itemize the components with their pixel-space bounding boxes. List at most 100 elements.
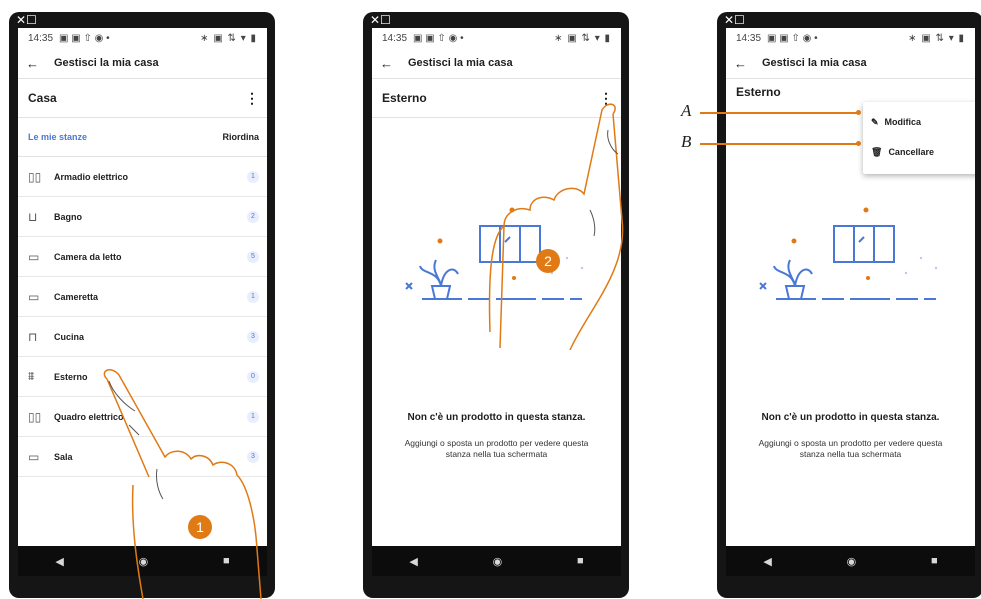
app-title: Gestisci la mia casa xyxy=(762,57,867,69)
nav-back-icon[interactable]: ◀ xyxy=(409,555,417,568)
trash-icon: 🗑 xyxy=(871,146,883,157)
room-label: Esterno xyxy=(54,371,88,382)
home-header: Casa ⋮ xyxy=(18,79,267,118)
app-bar: ← Gestisci la mia casa xyxy=(18,48,267,79)
room-header: Esterno ⋮ xyxy=(372,79,621,118)
empty-state-description: Aggiungi o sposta un prodotto per vedere… xyxy=(404,438,589,459)
room-count-badge: 3 xyxy=(247,450,259,463)
empty-state-title: Non c'è un prodotto in questa stanza. xyxy=(761,412,940,423)
window-controls[interactable]: ✕☐ xyxy=(717,12,981,28)
status-time: 14:35 xyxy=(736,32,762,44)
status-icons-left: ▣ ▣ ⇧ ◉ • xyxy=(59,32,110,44)
room-item-armadio[interactable]: ▯▯ Armadio elettrico 1 xyxy=(18,157,267,197)
cabinet-icon: ▯▯ xyxy=(28,169,42,184)
menu-item-delete[interactable]: 🗑 Cancellare xyxy=(863,137,975,167)
more-options-icon[interactable]: ⋮ xyxy=(245,90,259,107)
back-arrow-icon[interactable]: ← xyxy=(380,56,408,71)
reorder-button[interactable]: Riordina xyxy=(222,132,259,142)
status-time: 14:35 xyxy=(382,32,408,44)
window-controls[interactable]: ✕☐ xyxy=(363,12,629,28)
room-label: Quadro elettrico xyxy=(54,411,124,422)
status-icons-right: ∗ ▣ ⇅ ▾ ▮ xyxy=(200,32,257,44)
empty-room-illustration xyxy=(405,207,584,300)
android-nav-bar: ◀ ◉ ■ xyxy=(18,546,267,576)
room-count-badge: 1 xyxy=(247,410,259,423)
app-screen: 14:35 ▣ ▣ ⇧ ◉ • ∗ ▣ ⇅ ▾ ▮ ← Gestisci la m… xyxy=(726,28,975,546)
room-count-badge: 1 xyxy=(247,170,259,183)
room-item-esterno[interactable]: ⩩ Esterno 0 xyxy=(18,357,267,397)
callout-line-b xyxy=(700,143,858,145)
callout-label-b: B xyxy=(681,132,692,151)
phone-screen-room-empty: ✕☐ 14:35 ▣ ▣ ⇧ ◉ • ∗ ▣ ⇅ ▾ ▮ ← Gestisci l… xyxy=(363,12,629,598)
callout-dot-a xyxy=(856,110,861,115)
room-label: Cameretta xyxy=(54,291,99,302)
room-label: Sala xyxy=(54,451,73,462)
room-count-badge: 3 xyxy=(247,330,259,343)
room-label: Camera da letto xyxy=(54,251,122,262)
room-item-cameretta[interactable]: ▭ Cameretta 1 xyxy=(18,277,267,317)
android-nav-bar: ◀ ◉ ■ xyxy=(372,546,621,576)
nav-home-icon[interactable]: ◉ xyxy=(139,555,149,568)
room-count-badge: 5 xyxy=(247,250,259,263)
sofa-icon: ▭ xyxy=(28,449,40,464)
app-title: Gestisci la mia casa xyxy=(408,57,513,69)
nav-back-icon[interactable]: ◀ xyxy=(763,555,771,568)
room-title: Esterno xyxy=(382,91,427,105)
app-title: Gestisci la mia casa xyxy=(54,57,159,69)
app-screen: 14:35 ▣ ▣ ⇧ ◉ • ∗ ▣ ⇅ ▾ ▮ ← Gestisci la m… xyxy=(18,28,267,546)
menu-item-label: Cancellare xyxy=(888,147,934,157)
room-item-quadro-elettrico[interactable]: ▯▯ Quadro elettrico 1 xyxy=(18,397,267,437)
phone-screen-rooms: ✕☐ 14:35 ▣ ▣ ⇧ ◉ • ∗ ▣ ⇅ ▾ ▮ ← Gestisci l… xyxy=(9,12,275,598)
status-time: 14:35 xyxy=(28,32,54,44)
nav-home-icon[interactable]: ◉ xyxy=(493,555,503,568)
back-arrow-icon[interactable]: ← xyxy=(734,56,762,71)
cabinet-icon: ▯▯ xyxy=(28,409,42,424)
pencil-icon: ✎ xyxy=(871,116,879,127)
bed-icon: ▭ xyxy=(28,289,40,304)
rooms-list: ▯▯ Armadio elettrico 1 ⊔ Bagno 2 ▭ Camera da … xyxy=(18,157,267,477)
menu-item-edit[interactable]: ✎ Modifica xyxy=(863,107,975,137)
pot-icon: ⊓ xyxy=(28,329,38,344)
status-icons-right: ∗ ▣ ⇅ ▾ ▮ xyxy=(908,32,965,44)
nav-recents-icon[interactable]: ■ xyxy=(931,555,938,567)
menu-item-label: Modifica xyxy=(884,117,922,127)
nav-recents-icon[interactable]: ■ xyxy=(577,555,584,567)
phone-screen-room-menu: ✕☐ 14:35 ▣ ▣ ⇧ ◉ • ∗ ▣ ⇅ ▾ ▮ ← Gestisci l… xyxy=(717,12,981,598)
android-nav-bar: ◀ ◉ ■ xyxy=(726,546,975,576)
callout-label-a: A xyxy=(681,101,692,120)
callout-dot-b xyxy=(856,141,861,146)
app-bar: ← Gestisci la mia casa xyxy=(726,48,975,79)
fence-icon: ⩩ xyxy=(28,369,35,383)
nav-back-icon[interactable]: ◀ xyxy=(55,555,63,568)
app-screen: 14:35 ▣ ▣ ⇧ ◉ • ∗ ▣ ⇅ ▾ ▮ ← Gestisci la m… xyxy=(372,28,621,546)
rooms-section-header: Le mie stanze Riordina xyxy=(18,118,267,157)
room-item-cucina[interactable]: ⊓ Cucina 3 xyxy=(18,317,267,357)
more-options-icon[interactable]: ⋮ xyxy=(599,90,613,107)
status-bar: 14:35 ▣ ▣ ⇧ ◉ • ∗ ▣ ⇅ ▾ ▮ xyxy=(726,28,975,48)
room-count-badge: 1 xyxy=(247,290,259,303)
step-marker-2: 2 xyxy=(536,249,560,273)
empty-room-illustration xyxy=(759,207,938,300)
room-label: Cucina xyxy=(54,331,85,342)
room-label: Bagno xyxy=(54,211,82,222)
rooms-section-title: Le mie stanze xyxy=(28,132,88,142)
room-count-badge: 0 xyxy=(247,370,259,383)
home-title: Casa xyxy=(28,91,57,105)
nav-recents-icon[interactable]: ■ xyxy=(223,555,230,567)
step-marker-1: 1 xyxy=(188,515,212,539)
status-icons-left: ▣ ▣ ⇧ ◉ • xyxy=(413,32,464,44)
room-item-sala[interactable]: ▭ Sala 3 xyxy=(18,437,267,477)
status-icons-right: ∗ ▣ ⇅ ▾ ▮ xyxy=(554,32,611,44)
room-item-camera-da-letto[interactable]: ▭ Camera da letto 5 xyxy=(18,237,267,277)
window-controls[interactable]: ✕☐ xyxy=(9,12,275,28)
room-item-bagno[interactable]: ⊔ Bagno 2 xyxy=(18,197,267,237)
status-icons-left: ▣ ▣ ⇧ ◉ • xyxy=(767,32,818,44)
nav-home-icon[interactable]: ◉ xyxy=(847,555,857,568)
back-arrow-icon[interactable]: ← xyxy=(26,56,54,71)
bathtub-icon: ⊔ xyxy=(28,209,38,224)
app-bar: ← Gestisci la mia casa xyxy=(372,48,621,79)
room-count-badge: 2 xyxy=(247,210,259,223)
room-options-menu: ✎ Modifica 🗑 Cancellare xyxy=(863,102,975,174)
empty-state-description: Aggiungi o sposta un prodotto per vedere… xyxy=(758,438,943,459)
empty-state-title: Non c'è un prodotto in questa stanza. xyxy=(407,412,586,423)
